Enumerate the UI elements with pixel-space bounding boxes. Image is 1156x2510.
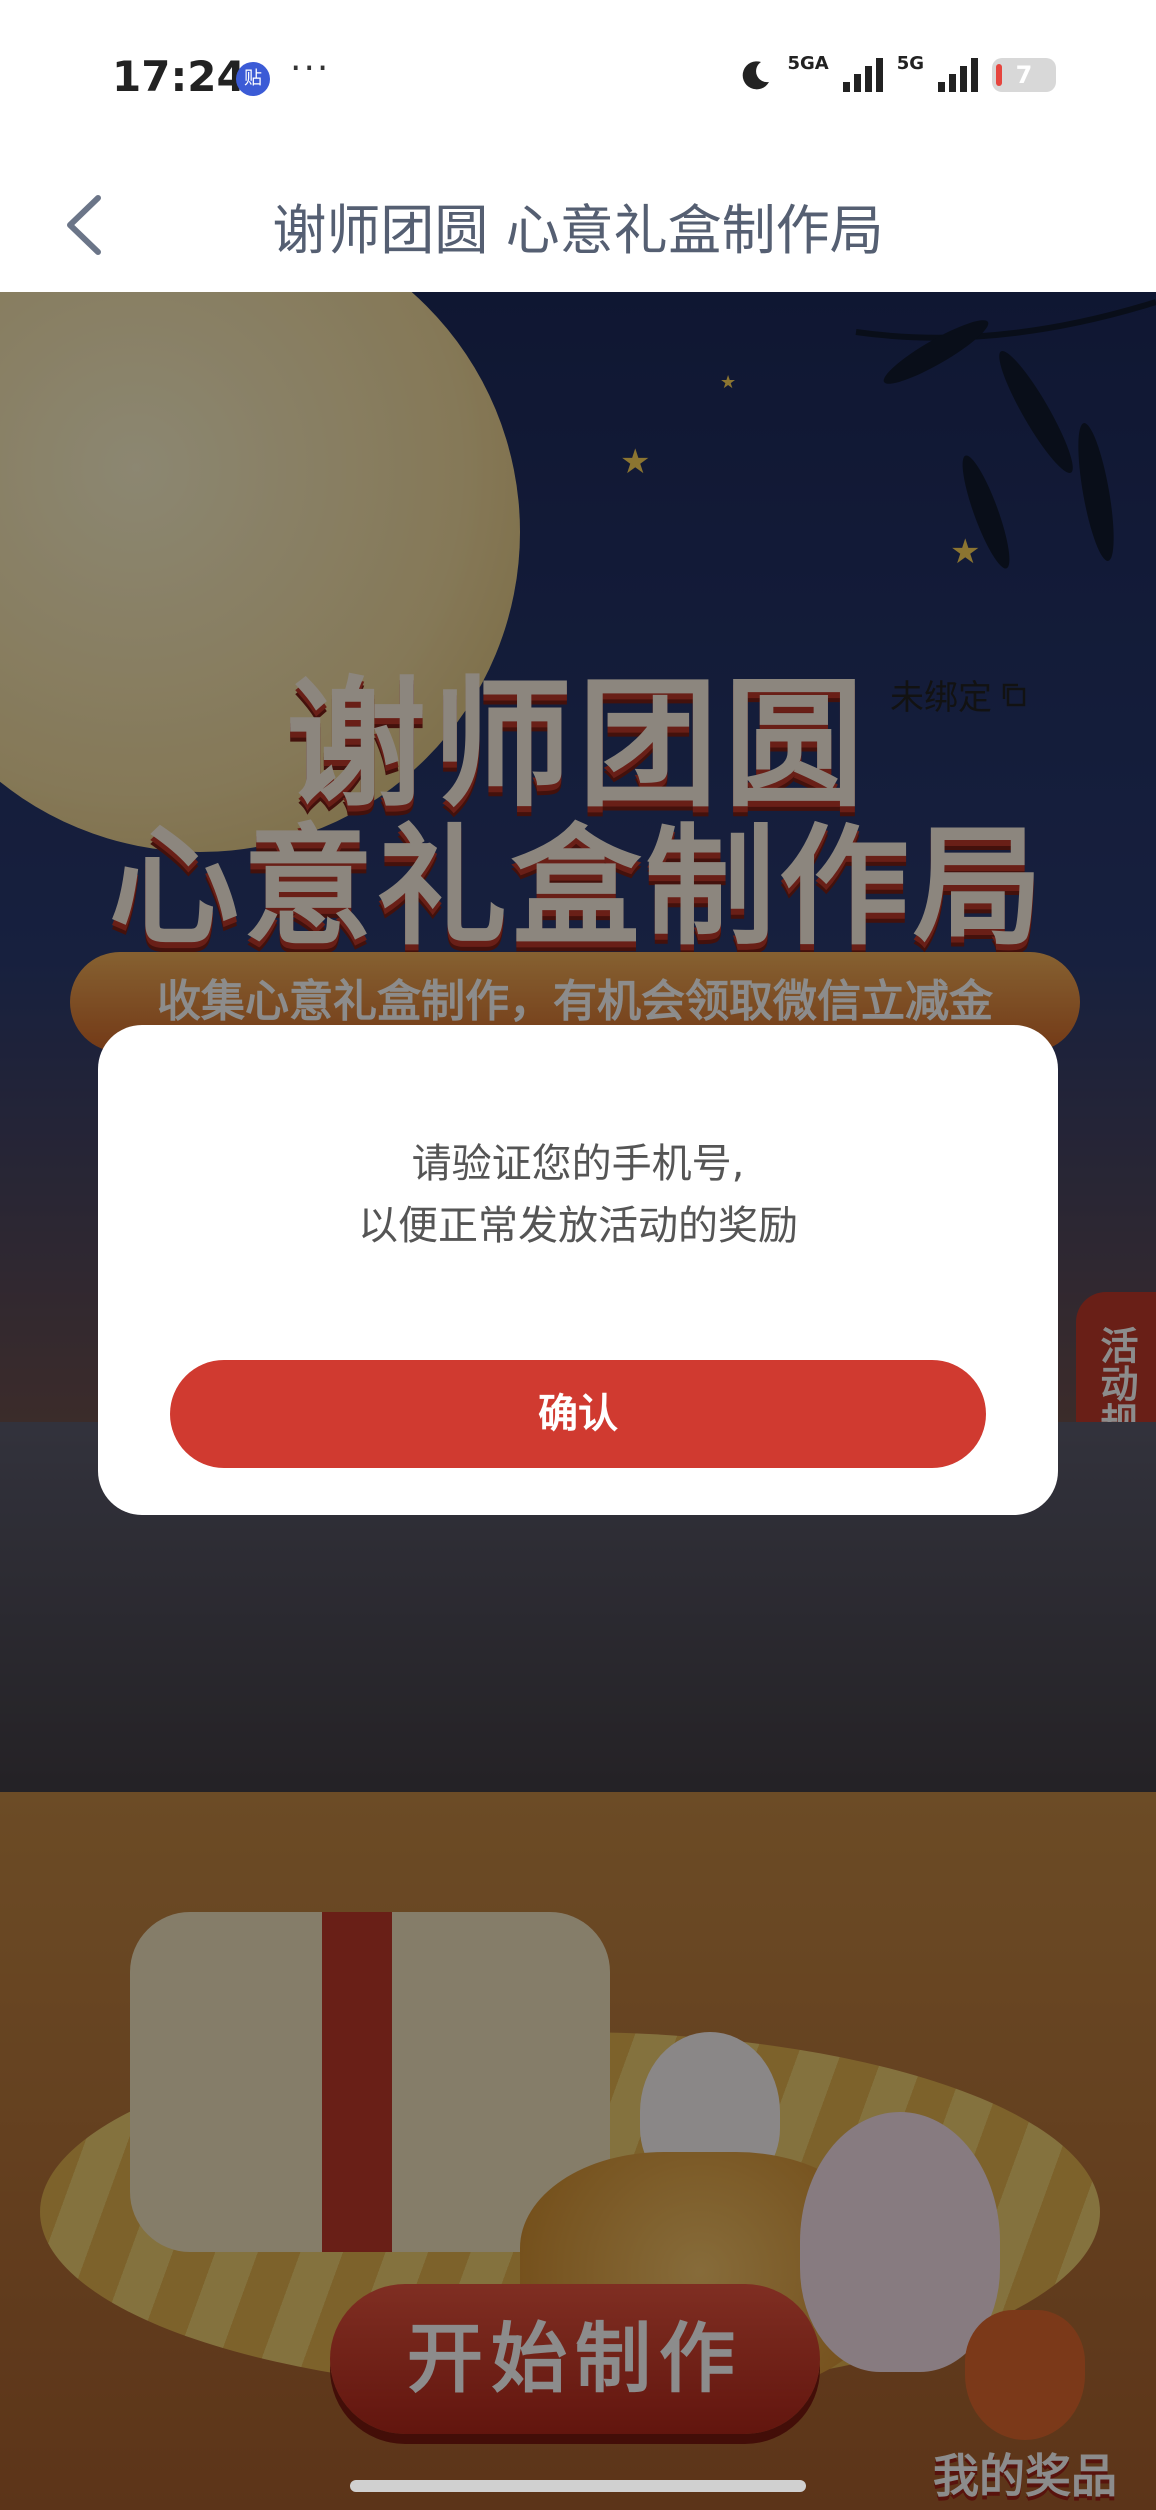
battery-icon: 7 (992, 58, 1056, 92)
more-notifications-icon: ··· (290, 48, 331, 89)
status-time: 17:24 (112, 52, 246, 101)
navigation-bar: 谢师团圆 心意礼盒制作局 (0, 160, 1156, 294)
home-indicator[interactable] (350, 2480, 806, 2492)
dialog-message: 请验证您的手机号, 以便正常发放活动的奖励 (98, 1133, 1058, 1257)
signal-bars-icon (938, 58, 978, 92)
confirm-button[interactable]: 确认 (170, 1360, 986, 1468)
battery-level: 7 (1015, 61, 1033, 89)
app-notification-icon: 贴 (236, 62, 270, 96)
do-not-disturb-icon (743, 61, 770, 90)
status-bar: 17:24 贴 ··· 5GA 5G 7 (0, 0, 1156, 160)
network-5g-label: 5G (896, 52, 924, 74)
verify-phone-dialog: 请验证您的手机号, 以便正常发放活动的奖励 确认 (98, 1025, 1058, 1515)
dialog-message-line1: 请验证您的手机号, (411, 1141, 745, 1187)
dialog-message-line2: 以便正常发放活动的奖励 (358, 1203, 798, 1249)
signal-bars-icon (842, 58, 883, 92)
status-indicators: 5GA 5G 7 (739, 53, 1056, 92)
network-5ga-label: 5GA (787, 52, 829, 74)
page-title: 谢师团圆 心意礼盒制作局 (272, 199, 884, 262)
